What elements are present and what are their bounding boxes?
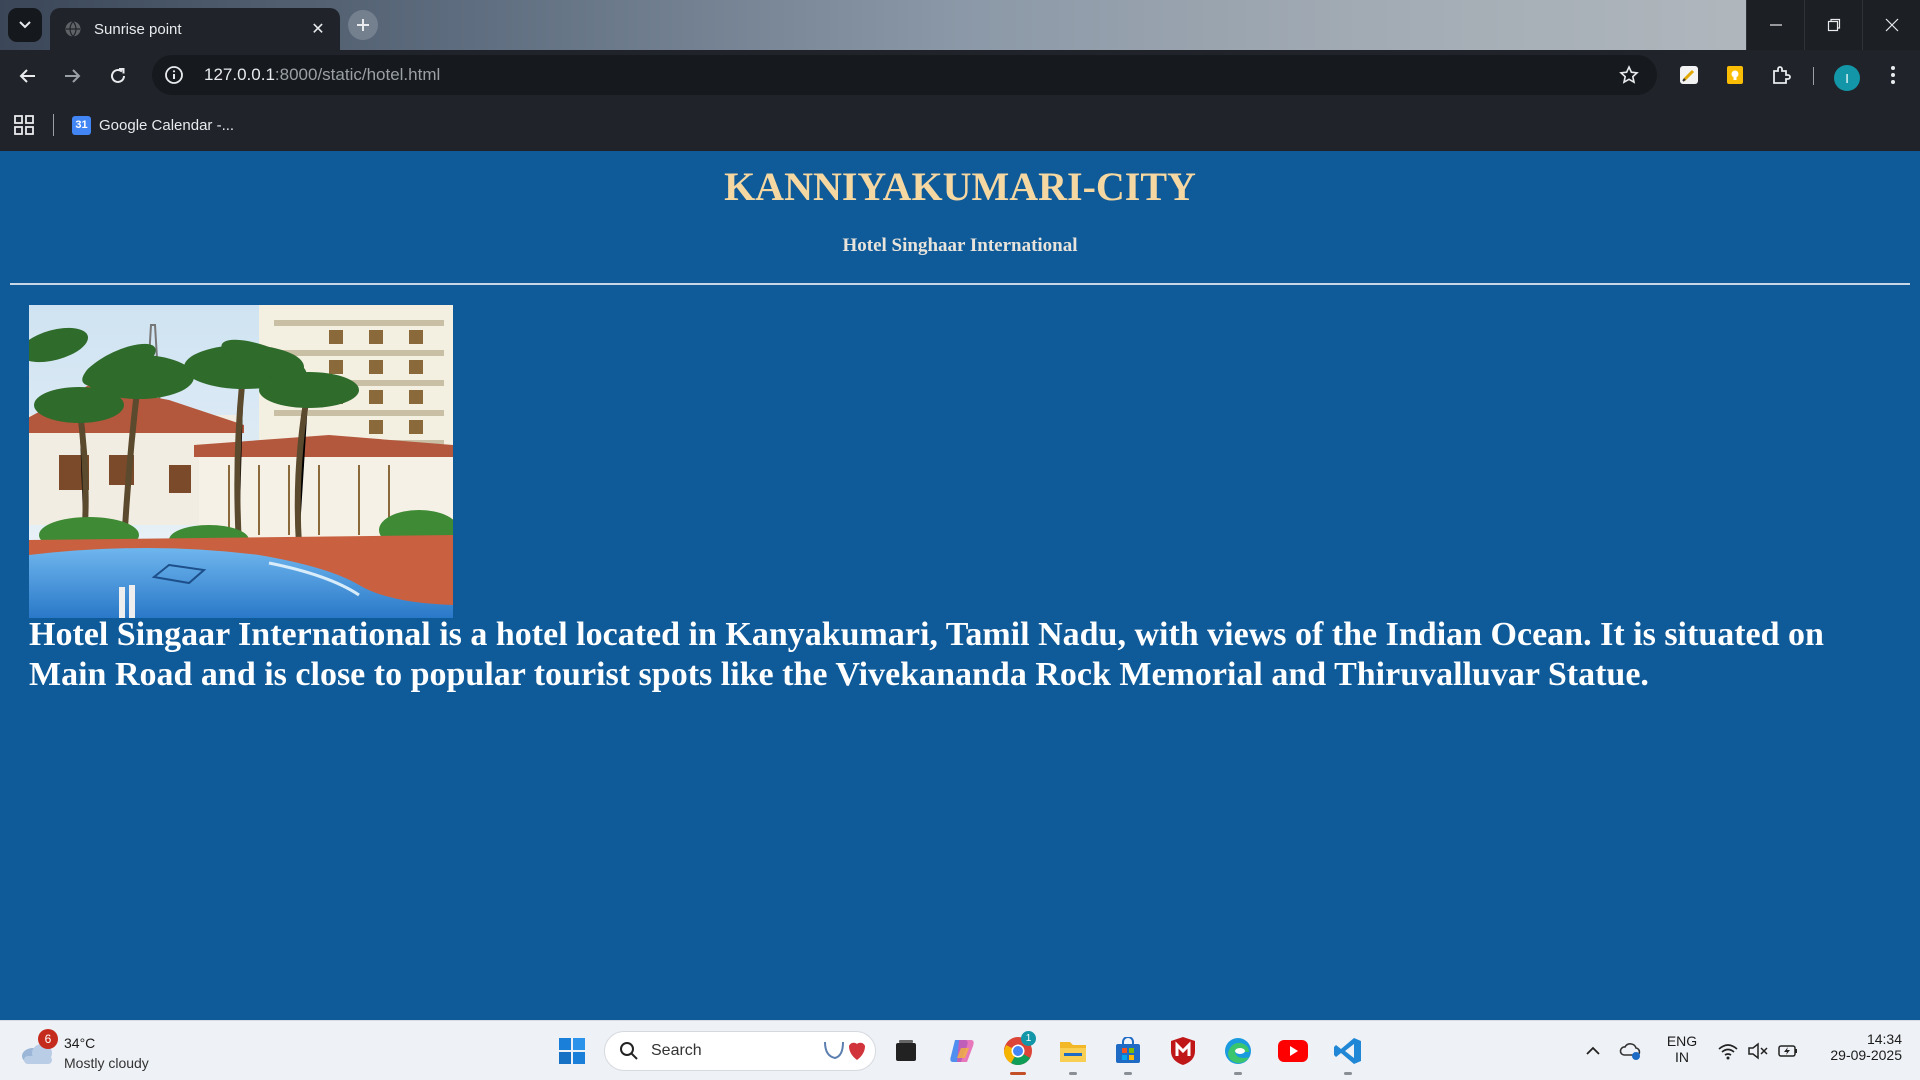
close-window-button[interactable] [1862, 0, 1920, 50]
address-bar[interactable]: 127.0.0.1:8000/static/hotel.html [152, 55, 1657, 95]
page-subtitle: Hotel Singhaar International [842, 235, 1078, 256]
page-title: KANNIYAKUMARI-CITY [724, 164, 1196, 209]
bookmarks-bar: 31 Google Calendar -... [0, 100, 1920, 151]
keep-extension-icon[interactable] [1720, 60, 1750, 90]
hotel-photo [29, 305, 453, 618]
clock-date: 29-09-2025 [1830, 1047, 1902, 1063]
mcafee-button[interactable] [1163, 1031, 1203, 1071]
mcafee-shield-icon [1171, 1037, 1195, 1065]
url-path: :8000/static/hotel.html [274, 65, 441, 84]
youtube-button[interactable] [1273, 1031, 1313, 1071]
search-label: Search [651, 1042, 702, 1059]
show-hidden-icons-button[interactable] [1572, 1031, 1614, 1071]
running-indicator [1234, 1072, 1242, 1075]
quick-settings-button[interactable] [1708, 1031, 1808, 1071]
profile-avatar[interactable]: I [1834, 65, 1860, 91]
minimize-icon [1769, 24, 1782, 26]
edge-button[interactable] [1218, 1031, 1258, 1075]
store-icon [1116, 1037, 1140, 1063]
running-indicator [1344, 1072, 1352, 1075]
toolbar-divider [1813, 67, 1814, 85]
start-button[interactable] [552, 1031, 592, 1071]
bookmark-label: Google Calendar -... [99, 116, 235, 134]
horizontal-rule [10, 283, 1910, 285]
running-indicator [1124, 1072, 1132, 1075]
tab-search-button[interactable] [8, 8, 42, 42]
site-info-icon[interactable] [160, 61, 188, 89]
apps-grid-icon[interactable] [14, 115, 34, 135]
edge-icon [1225, 1038, 1251, 1064]
copilot-button[interactable] [942, 1031, 982, 1071]
volume-muted-icon [1748, 1042, 1768, 1060]
window-titlebar: Sunrise point ✕ [0, 0, 1920, 50]
file-explorer-button[interactable] [1053, 1031, 1093, 1075]
tab-close-icon[interactable]: ✕ [304, 15, 332, 43]
tab-title: Sunrise point [94, 20, 182, 38]
minimize-button[interactable] [1746, 0, 1804, 50]
reload-button[interactable] [102, 60, 134, 92]
weather-alert-badge: 6 [38, 1029, 58, 1049]
weather-temperature: 34°C [64, 1035, 96, 1051]
running-indicator [1069, 1072, 1077, 1075]
task-view-icon [896, 1040, 916, 1061]
wifi-icon [1718, 1044, 1738, 1060]
windows-taskbar: 6 34°C Mostly cloudy Search 1 ENG IN 14:… [0, 1020, 1920, 1080]
running-indicator [1010, 1072, 1026, 1075]
onedrive-icon [1619, 1043, 1641, 1060]
task-view-button[interactable] [886, 1031, 926, 1071]
language-code: ENG [1666, 1033, 1698, 1049]
url-text: 127.0.0.1:8000/static/hotel.html [204, 65, 440, 85]
new-tab-button[interactable] [348, 10, 378, 40]
onedrive-tray-button[interactable] [1614, 1031, 1648, 1071]
youtube-icon [1278, 1040, 1308, 1062]
chevron-up-icon [1586, 1046, 1600, 1055]
chevron-down-icon [19, 21, 31, 29]
bookmarks-divider [53, 114, 54, 136]
taskbar-search-box[interactable]: Search [604, 1031, 876, 1071]
clock-time: 14:34 [1866, 1031, 1902, 1047]
chrome-taskbar-button[interactable]: 1 [998, 1031, 1038, 1075]
search-highlight-icon [824, 1041, 865, 1060]
close-icon [1885, 18, 1898, 32]
weather-widget[interactable]: 6 34°C Mostly cloudy [20, 1029, 170, 1073]
region-code: IN [1675, 1049, 1689, 1065]
copilot-icon [950, 1040, 974, 1062]
vscode-icon [1334, 1038, 1361, 1064]
browser-toolbar: 127.0.0.1:8000/static/hotel.html [0, 50, 1920, 100]
window-controls [1746, 0, 1920, 50]
plus-icon [357, 19, 369, 31]
globe-icon [64, 20, 82, 38]
weather-description: Mostly cloudy [64, 1055, 149, 1071]
calendar-icon: 31 [72, 115, 91, 135]
search-icon [620, 1042, 638, 1060]
web-page: KANNIYAKUMARI-CITY Hotel Singhaar Intern… [0, 151, 1920, 1020]
extensions-puzzle-icon[interactable] [1766, 60, 1796, 90]
input-language-indicator[interactable]: ENG IN [1662, 1033, 1702, 1065]
more-menu-icon[interactable] [1878, 60, 1908, 90]
browser-tab-active[interactable]: Sunrise point ✕ [50, 8, 340, 50]
arrow-left-icon [19, 69, 35, 83]
vscode-button[interactable] [1328, 1031, 1368, 1075]
bookmark-star-icon[interactable] [1615, 61, 1643, 89]
forward-button[interactable] [56, 60, 88, 92]
hotel-description: Hotel Singaar International is a hotel l… [29, 616, 1824, 693]
notes-extension-icon[interactable] [1674, 60, 1704, 90]
folder-icon [1060, 1042, 1086, 1062]
microsoft-store-button[interactable] [1108, 1031, 1148, 1075]
reload-icon [111, 68, 125, 83]
windows-logo-icon [559, 1038, 585, 1064]
arrow-right-icon [65, 69, 81, 83]
back-button[interactable] [12, 60, 44, 92]
battery-charging-icon [1778, 1045, 1797, 1057]
system-clock[interactable]: 14:34 29-09-2025 [1812, 1031, 1902, 1063]
bookmark-google-calendar[interactable]: 31 Google Calendar -... [72, 113, 234, 137]
chrome-profile-badge: 1 [1021, 1031, 1036, 1046]
restore-button[interactable] [1804, 0, 1862, 50]
restore-icon [1827, 18, 1840, 32]
url-host: 127.0.0.1 [204, 65, 275, 84]
